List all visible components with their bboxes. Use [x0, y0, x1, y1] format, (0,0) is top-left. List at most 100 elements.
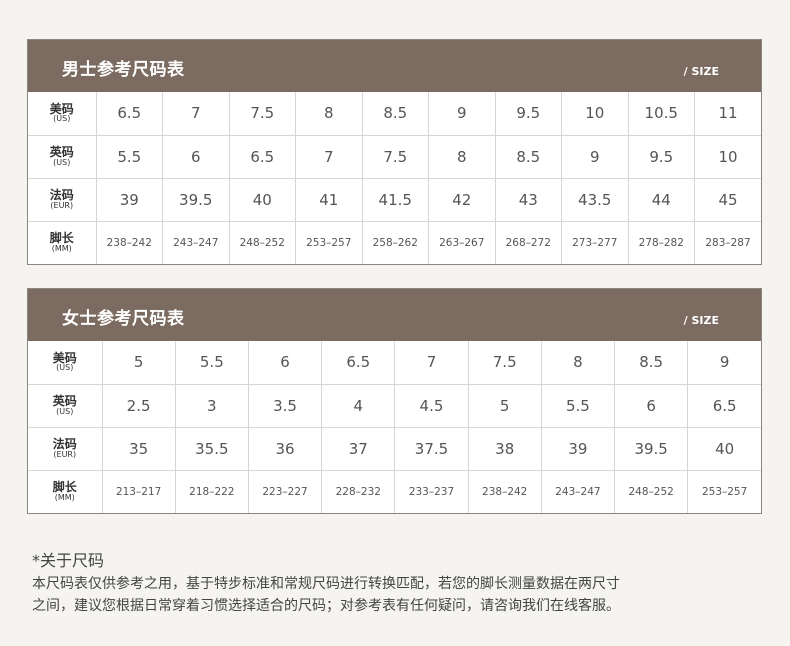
- size-note: *关于尺码 本尺码表仅供参考之用，基于特步标准和常规尺码进行转换匹配，若您的脚长…: [32, 550, 767, 617]
- size-cell: 7.5: [468, 341, 542, 385]
- women-size-chart: 女士参考尺码表 / SIZE 美码 (US) 5 5.5 6 6.5 7 7.5 8 8.5 9 英码…: [27, 288, 762, 514]
- size-cell: 39.5: [614, 427, 689, 471]
- size-cell: 7: [162, 92, 230, 136]
- size-cell: 268–272: [495, 221, 562, 264]
- size-cell: 11: [694, 92, 761, 136]
- size-cell: 248–252: [614, 470, 689, 513]
- row-header-unit: (US): [53, 157, 71, 167]
- size-cell: 7: [295, 135, 363, 179]
- size-cell: 40: [687, 427, 761, 471]
- size-cell: 10.5: [628, 92, 695, 136]
- row-header-label: 脚长: [52, 480, 77, 495]
- size-cell: 7.5: [229, 92, 296, 136]
- women-row: 脚长 (MM) 213–217 218–222 223–227 228–232 233–23…: [28, 470, 761, 513]
- size-cell: 238–242: [468, 470, 542, 513]
- size-cell: 8.5: [495, 135, 562, 179]
- row-header-label: 法码: [52, 437, 77, 451]
- size-cell: 5.5: [96, 135, 163, 179]
- size-cell: 5.5: [541, 384, 616, 428]
- size-cell: 6.5: [229, 135, 296, 179]
- row-header: 美码 (US): [28, 92, 97, 136]
- row-header-label: 英码: [49, 145, 74, 159]
- size-cell: 36: [248, 427, 323, 471]
- row-header-label: 英码: [52, 394, 77, 408]
- women-row: 美码 (US) 5 5.5 6 6.5 7 7.5 8 8.5 9: [28, 341, 761, 385]
- men-size-tag: / SIZE: [683, 65, 719, 78]
- row-header: 法码 (EUR): [28, 427, 103, 471]
- size-cell: 9.5: [628, 135, 695, 179]
- size-cell: 9: [428, 92, 496, 136]
- size-cell: 8.5: [362, 92, 429, 136]
- size-cell: 9: [561, 135, 629, 179]
- size-cell: 273–277: [561, 221, 629, 264]
- size-cell: 39: [541, 427, 616, 471]
- size-cell: 6.5: [321, 341, 396, 385]
- size-cell: 5: [102, 341, 176, 385]
- size-cell: 37.5: [394, 427, 469, 471]
- size-cell: 218–222: [175, 470, 249, 513]
- size-cell: 10: [561, 92, 629, 136]
- row-header-unit: (MM): [54, 492, 75, 502]
- size-cell: 3.5: [248, 384, 323, 428]
- note-title: *关于尺码: [32, 551, 105, 570]
- row-header-unit: (EUR): [50, 200, 74, 210]
- row-header-unit: (EUR): [53, 449, 77, 459]
- size-cell: 6.5: [96, 92, 163, 136]
- size-cell: 283–287: [705, 236, 751, 249]
- size-cell: 7: [394, 341, 469, 385]
- women-chart-title: 女士参考尺码表: [62, 309, 185, 329]
- size-cell: 6: [614, 384, 689, 428]
- size-cell: 37: [321, 427, 396, 471]
- women-chart-header: 女士参考尺码表 / SIZE: [28, 289, 761, 341]
- size-cell: 38: [468, 427, 542, 471]
- women-row: 法码 (EUR) 35 35.5 36 37 37.5 38 39 39.5 40: [28, 427, 761, 471]
- size-cell: 228–232: [321, 470, 396, 513]
- men-chart-header: 男士参考尺码表 / SIZE: [28, 40, 761, 92]
- size-cell: 8: [428, 135, 496, 179]
- size-cell: 42: [428, 178, 496, 222]
- size-cell: 43: [495, 178, 562, 222]
- size-cell: 40: [229, 178, 296, 222]
- row-header-unit: (US): [56, 363, 74, 373]
- row-header-unit: (MM): [51, 243, 72, 253]
- row-header-label: 脚长: [49, 231, 74, 246]
- size-cell: 6: [162, 135, 230, 179]
- size-cell: 39.5: [162, 178, 230, 222]
- men-size-chart: 男士参考尺码表 / SIZE 美码 (US) 6.5 7 7.5 8 8.5 9 9.5 10 10…: [27, 39, 762, 265]
- row-header-label: 法码: [49, 188, 74, 202]
- size-cell: 10: [694, 135, 761, 179]
- size-cell: 253–257: [295, 221, 363, 264]
- size-cell: 35: [102, 427, 176, 471]
- size-cell: 6: [248, 341, 323, 385]
- size-cell: 41.5: [362, 178, 429, 222]
- size-cell: 243–247: [162, 221, 230, 264]
- size-cell: 41: [295, 178, 363, 222]
- women-size-tag: / SIZE: [683, 314, 719, 327]
- size-cell: 45: [694, 178, 761, 222]
- row-header: 脚长 (MM): [28, 470, 103, 513]
- size-cell: 4: [321, 384, 396, 428]
- size-cell: 8: [295, 92, 363, 136]
- men-row: 法码 (EUR) 39 39.5 40 41 41.5 42 43 43.5 44 45: [28, 178, 761, 222]
- size-cell: 43.5: [561, 178, 629, 222]
- size-cell: 44: [628, 178, 695, 222]
- size-cell: 5: [468, 384, 542, 428]
- size-cell: 8: [541, 341, 616, 385]
- men-row: 脚长 (MM) 238–242 243–247 248–252 253–257 258–26…: [28, 221, 761, 264]
- note-line-2: 之间，建议您根据日常穿着习惯选择适合的尺码；对参考表有任何疑问，请咨询我们在线客…: [32, 598, 620, 614]
- size-cell: 7.5: [362, 135, 429, 179]
- men-size-table: 美码 (US) 6.5 7 7.5 8 8.5 9 9.5 10 10.5 11 英码 (US) 5.5 6 6…: [28, 92, 761, 264]
- women-row: 英码 (US) 2.5 3 3.5 4 4.5 5 5.5 6 6.5: [28, 384, 761, 428]
- size-cell: 39: [96, 178, 163, 222]
- men-row: 英码 (US) 5.5 6 6.5 7 7.5 8 8.5 9 9.5 10: [28, 135, 761, 179]
- size-cell: 8.5: [614, 341, 689, 385]
- men-chart-title: 男士参考尺码表: [62, 60, 185, 80]
- size-cell: 3: [175, 384, 249, 428]
- size-cell: 6.5: [687, 384, 761, 428]
- row-header: 脚长 (MM): [28, 221, 97, 264]
- size-cell: 278–282: [628, 221, 695, 264]
- size-cell: 9.5: [495, 92, 562, 136]
- note-line-1: 本尺码表仅供参考之用，基于特步标准和常规尺码进行转换匹配，若您的脚长测量数据在两…: [32, 576, 620, 592]
- size-cell: 35.5: [175, 427, 249, 471]
- size-cell: 248–252: [229, 221, 296, 264]
